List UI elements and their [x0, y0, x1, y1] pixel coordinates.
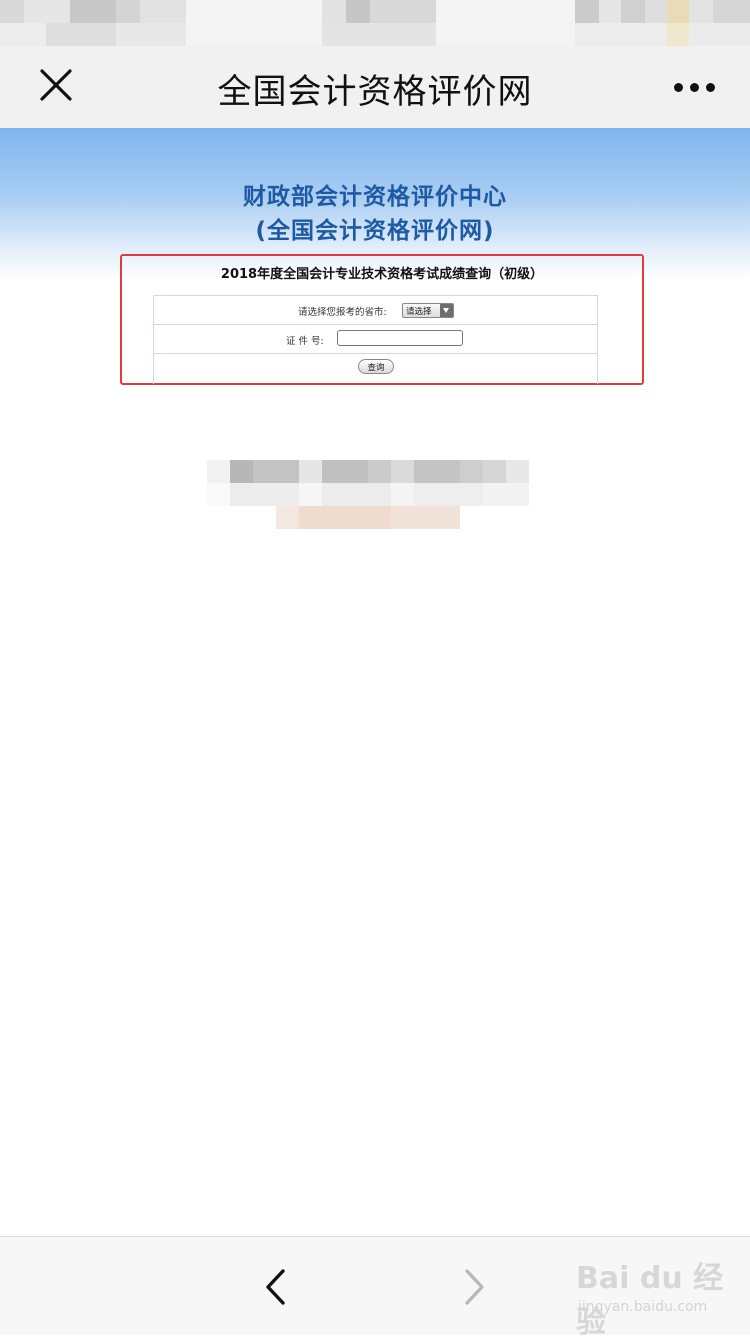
dropdown-arrow-icon — [440, 304, 453, 317]
province-row: 请选择您报考的省市: 请选择 — [154, 296, 597, 325]
watermark-url: jingyan.baidu.com — [578, 1299, 708, 1315]
province-label: 请选择您报考的省市: — [298, 307, 387, 318]
more-button[interactable] — [668, 74, 720, 100]
back-button[interactable] — [256, 1265, 296, 1309]
forward-button[interactable] — [454, 1265, 494, 1309]
nav-bar: 全国会计资格评价网 — [0, 46, 750, 128]
query-form: 请选择您报考的省市: 请选择 证 件 号: 查询 — [153, 295, 598, 384]
page-title: 全国会计资格评价网 — [217, 72, 533, 112]
baidu-jingyan-watermark: Bai du 经验 jingyan.baidu.com — [576, 1253, 744, 1340]
submit-row: 查询 — [154, 354, 597, 384]
more-dots-icon — [706, 83, 715, 92]
query-form-highlight: 2018年度全国会计专业技术资格考试成绩查询（初级） 请选择您报考的省市: 请选… — [120, 254, 644, 385]
banner-title: 财政部会计资格评价中心 — [243, 184, 507, 210]
watermark-logo: Bai du 经验 — [576, 1261, 724, 1340]
chevron-left-icon — [266, 1269, 285, 1305]
chevron-right-icon — [465, 1269, 484, 1305]
banner-subtitle: (全国会计资格评价网) — [255, 218, 495, 244]
id-number-input[interactable] — [337, 330, 463, 346]
status-bar — [0, 0, 750, 46]
blurred-content — [207, 460, 529, 530]
close-icon — [40, 69, 72, 101]
more-dots-icon — [690, 83, 699, 92]
id-label: 证 件 号: — [286, 336, 324, 347]
more-dots-icon — [674, 83, 683, 92]
close-button[interactable] — [30, 64, 82, 110]
province-select[interactable]: 请选择 — [402, 303, 454, 318]
bottom-toolbar: Bai du 经验 jingyan.baidu.com — [0, 1236, 750, 1340]
province-select-value: 请选择 — [406, 307, 432, 317]
query-button[interactable]: 查询 — [358, 359, 394, 374]
id-row: 证 件 号: — [154, 325, 597, 354]
form-title: 2018年度全国会计专业技术资格考试成绩查询（初级） — [220, 267, 544, 282]
